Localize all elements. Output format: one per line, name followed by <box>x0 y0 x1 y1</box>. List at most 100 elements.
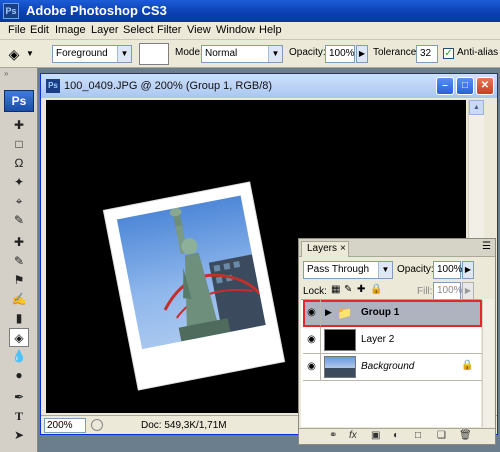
pen-tool-icon[interactable]: ✒ <box>9 388 29 407</box>
move-tool-icon[interactable]: ✚ <box>9 116 29 135</box>
fill-slider-arrow-icon[interactable]: ▶ <box>462 282 474 300</box>
lock-image-icon[interactable]: ✎ <box>344 284 352 295</box>
opacity-slider-arrow-icon[interactable]: ▶ <box>462 261 474 279</box>
photoshop-logo-icon: Ps <box>3 3 19 19</box>
menu-view[interactable]: View <box>187 24 211 36</box>
mode-select[interactable]: Normal ▼ <box>201 45 283 63</box>
tolerance-input[interactable]: 32 <box>416 45 438 63</box>
slice-tool-icon[interactable]: ✎ <box>9 211 29 230</box>
layers-tab-bar: Layers × ☰ <box>299 239 495 257</box>
antialias-checkbox[interactable]: ✓ <box>443 48 454 59</box>
maximize-button[interactable]: □ <box>456 77 474 95</box>
layer-name: Layer 2 <box>361 334 395 345</box>
status-menu-icon[interactable] <box>91 419 103 431</box>
crop-tool-icon[interactable]: ⌖ <box>9 192 29 211</box>
magic-wand-tool-icon[interactable]: ✦ <box>9 173 29 192</box>
opacity-input[interactable]: 100% <box>325 45 355 63</box>
visibility-eye-icon[interactable]: ◉ <box>303 300 321 326</box>
toolbox: » Ps ✚ □ Ω ✦ ⌖ ✎ ✚ ✎ ⚑ ✍ ▮ ◈ 💧 ● ✒ T ➤ <box>0 68 38 452</box>
brush-tool-icon[interactable]: ✎ <box>9 252 29 271</box>
layer-name: Background <box>361 361 415 372</box>
layer-row-layer-2[interactable]: ◉ Layer 2 <box>303 327 482 354</box>
new-layer-icon[interactable]: ❏ <box>437 430 446 441</box>
layer-thumbnail <box>324 356 356 378</box>
minimize-button[interactable]: – <box>436 77 454 95</box>
marquee-tool-icon[interactable]: □ <box>9 135 29 154</box>
menu-filter[interactable]: Filter <box>157 24 181 36</box>
lock-icon: 🔒 <box>461 360 474 371</box>
layers-scrollbar[interactable] <box>482 299 494 427</box>
antialias-label: Anti-alias <box>457 47 499 58</box>
healing-brush-tool-icon[interactable]: ✚ <box>9 233 29 252</box>
fx-icon[interactable]: fx <box>349 430 357 441</box>
menu-help[interactable]: Help <box>259 24 282 36</box>
lock-all-icon[interactable]: 🔒 <box>370 284 382 295</box>
layer-opacity-input[interactable]: 100% <box>433 261 463 279</box>
layer-mask-icon[interactable]: ▣ <box>371 430 380 441</box>
pattern-picker[interactable] <box>139 43 169 65</box>
paint-bucket-tool-icon[interactable]: ◈ <box>9 328 29 347</box>
menu-layer[interactable]: Layer <box>91 24 119 36</box>
mode-value: Normal <box>205 48 238 59</box>
fill-source-select[interactable]: Foreground ▼ <box>52 45 132 63</box>
panel-menu-icon[interactable]: ☰ <box>482 241 491 252</box>
layer-thumbnail <box>324 329 356 351</box>
chevron-down-icon: ▼ <box>117 46 131 62</box>
blur-tool-icon[interactable]: 💧 <box>9 347 29 366</box>
blend-mode-select[interactable]: Pass Through ▼ <box>303 261 393 279</box>
link-layers-icon[interactable]: ⚭ <box>329 430 337 441</box>
layer-row-background[interactable]: ◉ Background 🔒 <box>303 354 482 381</box>
options-bar: ◈ ▼ Foreground ▼ Mode: Normal ▼ Opacity:… <box>0 40 500 68</box>
fill-label: Fill: <box>417 286 433 297</box>
clone-stamp-tool-icon[interactable]: ⚑ <box>9 271 29 290</box>
fill-source-value: Foreground <box>56 48 108 59</box>
lock-position-icon[interactable]: ✚ <box>357 284 365 295</box>
mode-label: Mode: <box>175 47 203 58</box>
menu-file[interactable]: File <box>8 24 26 36</box>
tab-layers[interactable]: Layers × <box>301 241 349 257</box>
lock-label: Lock: <box>303 286 327 297</box>
menu-edit[interactable]: Edit <box>30 24 49 36</box>
zoom-input[interactable]: 200% <box>44 418 86 433</box>
fill-input[interactable]: 100% <box>433 282 463 300</box>
document-title: 100_0409.JPG @ 200% (Group 1, RGB/8) <box>64 80 273 92</box>
history-brush-tool-icon[interactable]: ✍ <box>9 290 29 309</box>
adjustment-layer-icon[interactable]: ◐ <box>393 430 399 441</box>
layers-panel: Layers × ☰ Pass Through ▼ Opacity: 100% … <box>298 238 496 445</box>
paint-bucket-tool-icon[interactable]: ◈ <box>5 45 23 63</box>
visibility-eye-icon[interactable]: ◉ <box>303 354 321 380</box>
lock-transparent-icon[interactable]: ▦ <box>331 284 340 295</box>
type-tool-icon[interactable]: T <box>9 407 29 426</box>
tab-layers-label: Layers <box>307 243 338 254</box>
tolerance-label: Tolerance: <box>373 47 420 58</box>
app-title-bar: Ps Adobe Photoshop CS3 <box>0 0 500 22</box>
lasso-tool-icon[interactable]: Ω <box>9 154 29 173</box>
eraser-tool-icon[interactable]: ▮ <box>9 309 29 328</box>
layers-list: ◉ ▶ 📁 Group 1 ◉ Layer 2 ◉ Background 🔒 <box>301 299 482 427</box>
opacity-slider-arrow-icon[interactable]: ▶ <box>356 45 368 63</box>
toolbox-grip-icon[interactable]: » <box>4 70 34 78</box>
polaroid-frame <box>103 182 285 390</box>
folder-icon: 📁 <box>337 306 352 320</box>
chevron-down-icon: ▼ <box>268 46 282 62</box>
scroll-up-icon[interactable]: ▲ <box>469 100 484 115</box>
menu-image[interactable]: Image <box>55 24 86 36</box>
chevron-down-icon: ▼ <box>378 262 392 278</box>
expand-triangle-icon[interactable]: ▶ <box>325 307 332 318</box>
path-selection-tool-icon[interactable]: ➤ <box>9 426 29 445</box>
visibility-eye-icon[interactable]: ◉ <box>303 327 321 353</box>
delete-layer-icon[interactable]: 🗑 <box>459 430 472 441</box>
chevron-down-icon[interactable]: ▼ <box>26 49 34 58</box>
dodge-tool-icon[interactable]: ● <box>9 366 29 385</box>
close-icon[interactable]: × <box>340 242 346 256</box>
app-title: Adobe Photoshop CS3 <box>26 3 167 18</box>
layer-opacity-label: Opacity: <box>397 264 434 275</box>
menu-window[interactable]: Window <box>216 24 255 36</box>
close-button[interactable]: ✕ <box>476 77 494 95</box>
new-group-icon[interactable]: □ <box>415 430 421 441</box>
layers-bottom-bar: ⚭ fx ▣ ◐ □ ❏ 🗑 <box>299 428 495 444</box>
layer-row-group-1[interactable]: ◉ ▶ 📁 Group 1 <box>303 300 482 327</box>
photoshop-logo-icon[interactable]: Ps <box>4 90 34 112</box>
document-title-bar: Ps 100_0409.JPG @ 200% (Group 1, RGB/8) … <box>41 74 497 98</box>
menu-select[interactable]: Select <box>123 24 154 36</box>
